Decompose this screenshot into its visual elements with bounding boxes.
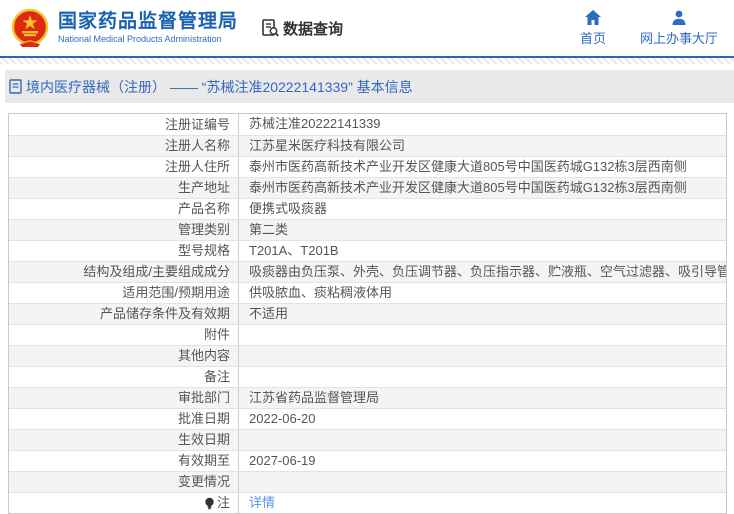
row-value: T201A、T201B (239, 241, 726, 261)
agency-name-zh: 国家药品监督管理局 (58, 11, 238, 33)
row-label: 型号规格 (9, 241, 239, 261)
table-row: 注详情 (9, 492, 726, 513)
row-label: 其他内容 (9, 346, 239, 366)
info-table: 注册证编号苏械注准20222141339注册人名称江苏星米医疗科技有限公司注册人… (8, 113, 727, 514)
data-query-button[interactable]: 数据查询 (260, 18, 343, 39)
row-value: 泰州市医药高新技术产业开发区健康大道805号中国医药城G132栋3层西南侧 (239, 157, 726, 177)
table-row: 产品名称便携式吸痰器 (9, 198, 726, 219)
row-label: 注 (9, 493, 239, 513)
home-icon (585, 10, 601, 25)
row-label: 产品名称 (9, 199, 239, 219)
data-query-label: 数据查询 (283, 18, 343, 39)
table-row: 变更情况 (9, 471, 726, 492)
row-value: 2022-06-20 (239, 409, 726, 429)
row-value: 详情 (239, 493, 726, 513)
row-value: 第二类 (239, 220, 726, 240)
row-value: 苏械注准20222141339 (239, 114, 726, 135)
row-value: 泰州市医药高新技术产业开发区健康大道805号中国医药城G132栋3层西南侧 (239, 178, 726, 198)
table-row: 结构及组成/主要组成成分吸痰器由负压泵、外壳、负压调节器、负压指示器、贮液瓶、空… (9, 261, 726, 282)
row-label: 产品储存条件及有效期 (9, 304, 239, 324)
table-row: 生产地址泰州市医药高新技术产业开发区健康大道805号中国医药城G132栋3层西南… (9, 177, 726, 198)
table-row: 型号规格T201A、T201B (9, 240, 726, 261)
row-value: 不适用 (239, 304, 726, 324)
site-header: 国家药品监督管理局 National Medical Products Admi… (0, 0, 734, 56)
table-row: 有效期至2027-06-19 (9, 450, 726, 471)
row-value (239, 472, 726, 492)
row-label: 变更情况 (9, 472, 239, 492)
texture-strip (0, 58, 734, 64)
table-row: 管理类别第二类 (9, 219, 726, 240)
row-value: 2027-06-19 (239, 451, 726, 471)
row-value (239, 367, 726, 387)
row-label: 管理类别 (9, 220, 239, 240)
row-label: 附件 (9, 325, 239, 345)
agency-name-en: National Medical Products Administration (58, 33, 238, 45)
document-search-icon (260, 18, 280, 38)
page-title: 境内医疗器械（注册） —— “苏械注准20222141339” 基本信息 (26, 77, 413, 97)
row-label: 审批部门 (9, 388, 239, 408)
breadcrumb-bar: 境内医疗器械（注册） —— “苏械注准20222141339” 基本信息 (5, 70, 734, 103)
table-row: 其他内容 (9, 345, 726, 366)
table-row: 适用范围/预期用途供吸脓血、痰粘稠液体用 (9, 282, 726, 303)
bulb-icon (204, 497, 215, 510)
row-label: 适用范围/预期用途 (9, 283, 239, 303)
nav-service-hall-label: 网上办事大厅 (640, 28, 718, 47)
nav-home[interactable]: 首页 (580, 10, 606, 47)
row-label: 生效日期 (9, 430, 239, 450)
national-emblem-logo (10, 8, 50, 48)
row-value (239, 346, 726, 366)
table-row: 批准日期2022-06-20 (9, 408, 726, 429)
row-label: 备注 (9, 367, 239, 387)
row-label: 注册人住所 (9, 157, 239, 177)
agency-title-block: 国家药品监督管理局 National Medical Products Admi… (58, 11, 238, 45)
table-row: 附件 (9, 324, 726, 345)
table-row: 注册人名称江苏星米医疗科技有限公司 (9, 135, 726, 156)
table-row: 注册证编号苏械注准20222141339 (9, 114, 726, 135)
row-label: 批准日期 (9, 409, 239, 429)
row-label: 结构及组成/主要组成成分 (9, 262, 239, 282)
table-row: 审批部门江苏省药品监督管理局 (9, 387, 726, 408)
table-row: 备注 (9, 366, 726, 387)
nav-service-hall[interactable]: 网上办事大厅 (640, 10, 718, 47)
row-label: 注册证编号 (9, 114, 239, 135)
nav-home-label: 首页 (580, 28, 606, 47)
person-icon (671, 10, 687, 25)
row-value: 供吸脓血、痰粘稠液体用 (239, 283, 726, 303)
row-value (239, 325, 726, 345)
table-row: 产品储存条件及有效期不适用 (9, 303, 726, 324)
row-label: 注册人名称 (9, 136, 239, 156)
detail-link[interactable]: 详情 (249, 495, 275, 510)
row-value (239, 430, 726, 450)
document-icon (9, 79, 22, 94)
row-label: 生产地址 (9, 178, 239, 198)
row-label: 有效期至 (9, 451, 239, 471)
row-value: 便携式吸痰器 (239, 199, 726, 219)
table-row: 生效日期 (9, 429, 726, 450)
row-value: 吸痰器由负压泵、外壳、负压调节器、负压指示器、贮液瓶、空气过滤器、吸引导管组成。 (239, 262, 726, 282)
row-value: 江苏星米医疗科技有限公司 (239, 136, 726, 156)
table-row: 注册人住所泰州市医药高新技术产业开发区健康大道805号中国医药城G132栋3层西… (9, 156, 726, 177)
top-nav: 首页 网上办事大厅 (580, 10, 722, 47)
row-value: 江苏省药品监督管理局 (239, 388, 726, 408)
